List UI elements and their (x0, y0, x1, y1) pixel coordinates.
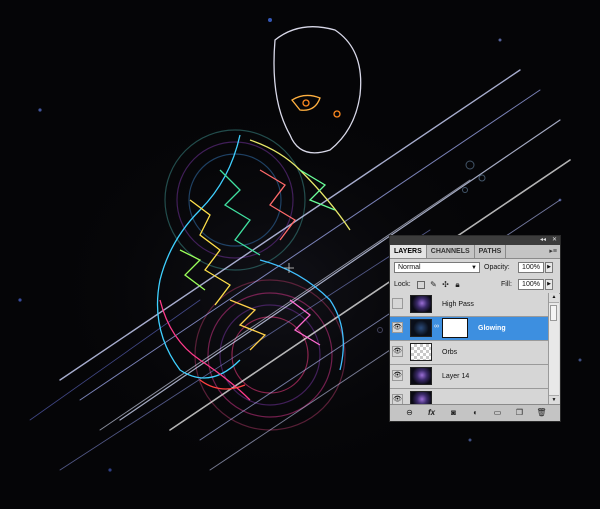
scroll-up-icon[interactable]: ▲ (549, 293, 559, 303)
layer-thumbnail (410, 319, 432, 337)
layers-panel: ◂◂ ✕ LAYERS CHANNELS PATHS ▸≡ Normal ▼ O… (389, 235, 561, 422)
trash-icon[interactable]: 🗑︎ (536, 407, 547, 418)
lock-icon[interactable]: 🔒︎ (453, 280, 462, 289)
layer-partial[interactable]: 👁︎ (390, 389, 550, 405)
tab-layers[interactable]: LAYERS (390, 245, 427, 258)
blend-opacity-row: Normal ▼ Opacity: 100% ▶ (390, 259, 560, 277)
layer-thumbnail (410, 367, 432, 385)
link-layers-icon[interactable]: ⊖ (404, 407, 415, 418)
lock-transparency-icon[interactable] (417, 281, 425, 289)
layer-name: Glowing (478, 325, 506, 332)
fx-icon[interactable]: fx (426, 407, 437, 418)
layer-name: Layer 14 (442, 373, 470, 380)
eye-icon[interactable]: 👁︎ (392, 346, 403, 357)
layer-glowing[interactable]: 👁︎ ∞ Glowing (390, 317, 550, 341)
add-mask-icon[interactable]: ◙ (448, 407, 459, 418)
collapse-icon[interactable]: ◂◂ (540, 237, 546, 244)
scroll-thumb[interactable] (550, 305, 557, 321)
layer-14[interactable]: 👁︎ Layer 14 (390, 365, 550, 389)
fill-stepper[interactable]: ▶ (545, 279, 553, 290)
layer-thumbnail (410, 295, 432, 313)
fill-input[interactable]: 100% (518, 279, 544, 290)
eye-icon[interactable]: 👁︎ (392, 370, 403, 381)
opacity-stepper[interactable]: ▶ (545, 262, 553, 273)
blend-mode-value: Normal (398, 264, 421, 271)
new-layer-icon[interactable]: ❐ (514, 407, 525, 418)
move-icon[interactable]: ✣ (441, 280, 450, 289)
opacity-input[interactable]: 100% (518, 262, 544, 273)
layer-name: High Pass (442, 301, 474, 308)
adjustment-layer-icon[interactable]: ◐ (470, 407, 481, 418)
layer-name: Orbs (442, 349, 458, 356)
fill-label: Fill: (501, 281, 512, 288)
chevron-down-icon: ▼ (471, 265, 477, 271)
visibility-toggle[interactable] (392, 298, 403, 309)
opacity-label: Opacity: (484, 264, 510, 271)
tab-channels[interactable]: CHANNELS (427, 245, 475, 258)
eye-icon[interactable]: 👁︎ (392, 322, 403, 333)
lock-fill-row: Lock: ✎ ✣ 🔒︎ Fill: 100% ▶ (390, 277, 560, 294)
link-icon[interactable]: ∞ (434, 323, 439, 330)
blend-mode-select[interactable]: Normal ▼ (394, 262, 480, 273)
layer-thumbnail (410, 343, 432, 361)
layers-list: High Pass 👁︎ ∞ Glowing 👁︎ Orbs 👁︎ Layer … (390, 293, 550, 405)
layer-orbs[interactable]: 👁︎ Orbs (390, 341, 550, 365)
lock-label: Lock: (394, 281, 411, 288)
panel-footer: ⊖ fx ◙ ◐ ▭ ❐ 🗑︎ (390, 404, 560, 421)
panel-titlebar[interactable]: ◂◂ ✕ (390, 236, 560, 245)
layer-high-pass[interactable]: High Pass (390, 293, 550, 317)
panel-tabs: LAYERS CHANNELS PATHS ▸≡ (390, 245, 560, 259)
layers-scrollbar[interactable]: ▲ ▼ (548, 293, 559, 405)
layer-thumbnail (410, 391, 432, 405)
layer-mask-thumbnail[interactable] (442, 318, 468, 338)
close-icon[interactable]: ✕ (552, 237, 557, 244)
new-group-icon[interactable]: ▭ (492, 407, 503, 418)
brush-icon[interactable]: ✎ (429, 280, 438, 289)
panel-menu-icon[interactable]: ▸≡ (549, 247, 557, 255)
tab-paths[interactable]: PATHS (475, 245, 507, 258)
